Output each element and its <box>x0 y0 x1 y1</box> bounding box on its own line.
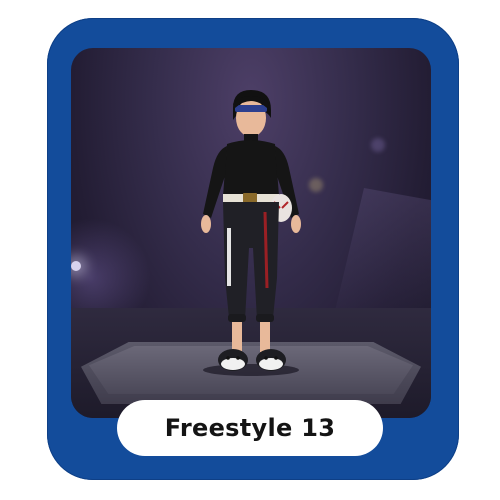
character-pants <box>223 202 279 320</box>
character-pants-stripe <box>227 228 231 286</box>
character-left-leg <box>232 322 242 352</box>
background-structure <box>331 188 431 328</box>
character-head <box>236 99 266 137</box>
character-model <box>201 90 301 376</box>
item-card-stage: Freestyle 13 <box>0 0 500 500</box>
character-shadow <box>203 364 299 376</box>
item-name-label: Freestyle 13 <box>164 414 336 442</box>
character-left-hand <box>201 215 211 233</box>
character-pants-accent <box>263 211 269 289</box>
character-headband <box>235 105 267 112</box>
character-preview-scene <box>71 48 431 418</box>
character-belt-buckle <box>243 193 257 203</box>
item-name-pill: Freestyle 13 <box>117 400 383 456</box>
character-sweater <box>223 140 279 196</box>
character-right-leg <box>260 322 270 352</box>
character-right-hand <box>291 215 301 233</box>
background-light <box>71 261 81 271</box>
background-bokeh <box>371 138 385 152</box>
